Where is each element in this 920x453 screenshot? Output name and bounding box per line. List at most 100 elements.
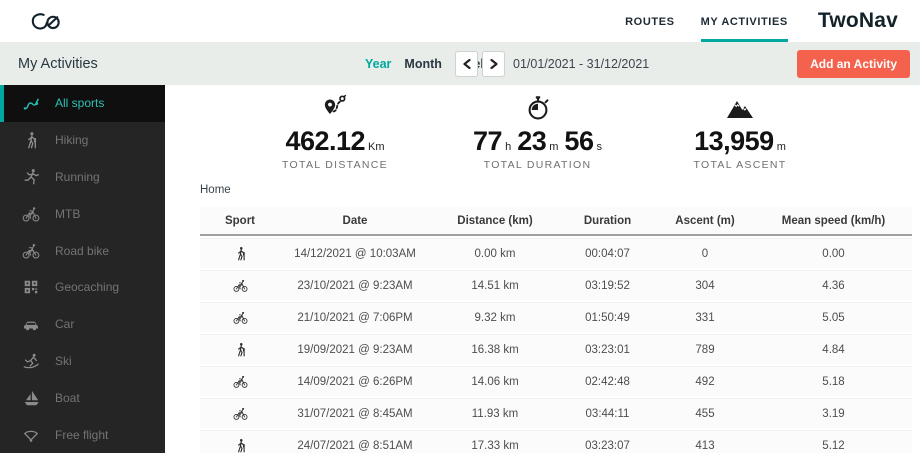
page-title: My Activities — [18, 56, 98, 72]
sidebar-item-label: Ski — [55, 354, 72, 368]
cell-speed: 5.12 — [755, 430, 912, 453]
sidebar-item-road-bike[interactable]: Road bike — [0, 232, 165, 269]
cell-speed: 3.19 — [755, 398, 912, 428]
hiker-icon — [200, 430, 280, 453]
sidebar-item-label: Free flight — [55, 428, 108, 442]
add-activity-button[interactable]: Add an Activity — [797, 50, 910, 78]
primary-nav: ROUTES MY ACTIVITIES — [625, 0, 788, 42]
column-header: Sport — [200, 207, 280, 236]
table-header-row: SportDateDistance (km)DurationAscent (m)… — [200, 207, 912, 236]
chevron-left-icon — [463, 59, 471, 69]
column-header: Duration — [560, 207, 655, 236]
cell-distance: 14.51 km — [430, 270, 560, 300]
cell-date: 14/12/2021 @ 10:03AM — [280, 238, 430, 268]
cell-ascent: 789 — [655, 334, 755, 364]
stopwatch-icon — [453, 93, 623, 125]
distance-pin-icon — [250, 93, 420, 125]
table-row[interactable]: 24/07/2021 @ 8:51AM17.33 km03:23:074135.… — [200, 430, 912, 453]
sidebar-item-label: Boat — [55, 391, 80, 405]
cell-speed: 5.18 — [755, 366, 912, 396]
breadcrumb[interactable]: Home — [200, 184, 920, 196]
sidebar: All sports Hiking RunningMTBRoad bike Geoca… — [0, 85, 165, 453]
sidebar-item-label: All sports — [55, 96, 104, 110]
column-header: Distance (km) — [430, 207, 560, 236]
cell-speed: 4.36 — [755, 270, 912, 300]
cell-speed: 0.00 — [755, 238, 912, 268]
cyclist-icon — [200, 366, 280, 396]
table-row[interactable]: 31/07/2021 @ 8:45AM11.93 km03:44:114553.… — [200, 398, 912, 428]
sidebar-item-free-flight[interactable]: Free flight — [0, 416, 165, 453]
cell-ascent: 455 — [655, 398, 755, 428]
chevron-right-icon — [490, 59, 498, 69]
table-row[interactable]: 14/12/2021 @ 10:03AM0.00 km00:04:0700.00 — [200, 238, 912, 268]
hiker-icon — [200, 238, 280, 268]
cell-ascent: 492 — [655, 366, 755, 396]
paraglider-icon — [21, 425, 40, 444]
cell-duration: 03:44:11 — [560, 398, 655, 428]
cell-ascent: 304 — [655, 270, 755, 300]
total-duration-value: 77h23m56s — [453, 126, 623, 157]
total-duration-label: TOTAL DURATION — [453, 159, 623, 171]
cyclist-icon — [200, 398, 280, 428]
cell-distance: 17.33 km — [430, 430, 560, 453]
stat-total-duration: 77h23m56s TOTAL DURATION — [453, 93, 623, 171]
period-year[interactable]: Year — [365, 57, 391, 71]
column-header: Ascent (m) — [655, 207, 755, 236]
total-distance-label: TOTAL DISTANCE — [250, 159, 420, 171]
prev-period-button[interactable] — [455, 51, 478, 77]
table-row[interactable]: 14/09/2021 @ 6:26PM14.06 km02:42:484925.… — [200, 366, 912, 396]
total-ascent-label: TOTAL ASCENT — [655, 159, 825, 171]
table-row[interactable]: 23/10/2021 @ 9:23AM14.51 km03:19:523044.… — [200, 270, 912, 300]
sidebar-item-boat[interactable]: Boat — [0, 379, 165, 416]
period-month[interactable]: Month — [404, 57, 441, 71]
cell-ascent: 413 — [655, 430, 755, 453]
sidebar-item-car[interactable]: Car — [0, 306, 165, 343]
total-distance-value: 462.12Km — [250, 126, 420, 157]
sidebar-item-running[interactable]: Running — [0, 159, 165, 196]
sidebar-item-hiking[interactable]: Hiking — [0, 122, 165, 159]
table-row[interactable]: 21/10/2021 @ 7:06PM9.32 km01:50:493315.0… — [200, 302, 912, 332]
skier-icon — [21, 351, 40, 370]
cell-date: 19/09/2021 @ 9:23AM — [280, 334, 430, 364]
cell-distance: 11.93 km — [430, 398, 560, 428]
sidebar-item-label: Hiking — [55, 133, 88, 147]
sidebar-item-all-sports[interactable]: All sports — [0, 85, 165, 122]
next-period-button[interactable] — [482, 51, 505, 77]
date-range-label: 01/01/2021 - 31/12/2021 — [513, 57, 649, 71]
cell-duration: 00:04:07 — [560, 238, 655, 268]
stat-total-ascent: 13,959m TOTAL ASCENT — [655, 93, 825, 171]
hiker-icon — [200, 334, 280, 364]
cell-duration: 02:42:48 — [560, 366, 655, 396]
activities-table: SportDateDistance (km)DurationAscent (m)… — [200, 205, 912, 453]
sidebar-item-geocaching[interactable]: Geocaching — [0, 269, 165, 306]
cell-distance: 14.06 km — [430, 366, 560, 396]
activities-table-wrap: SportDateDistance (km)DurationAscent (m)… — [200, 205, 920, 453]
route-icon — [21, 94, 40, 113]
date-pager — [455, 51, 505, 77]
mountain-icon — [655, 93, 825, 125]
cell-speed: 5.05 — [755, 302, 912, 332]
total-ascent-value: 13,959m — [655, 126, 825, 157]
sidebar-item-label: Geocaching — [55, 280, 119, 294]
cell-date: 31/07/2021 @ 8:45AM — [280, 398, 430, 428]
table-row[interactable]: 19/09/2021 @ 9:23AM16.38 km03:23:017894.… — [200, 334, 912, 364]
cell-ascent: 0 — [655, 238, 755, 268]
sidebar-item-mtb[interactable]: MTB — [0, 195, 165, 232]
road-bike-icon — [21, 241, 40, 260]
cell-date: 14/09/2021 @ 6:26PM — [280, 366, 430, 396]
cell-distance: 9.32 km — [430, 302, 560, 332]
nav-routes[interactable]: ROUTES — [625, 0, 674, 42]
subheader-bar: My Activities Year Month Week 01/01/2021… — [0, 42, 920, 85]
twonav-logo-icon[interactable] — [30, 10, 62, 32]
cell-distance: 16.38 km — [430, 334, 560, 364]
distance-unit: Km — [368, 141, 385, 153]
sidebar-item-ski[interactable]: Ski — [0, 343, 165, 380]
column-header: Mean speed (km/h) — [755, 207, 912, 236]
cell-date: 21/10/2021 @ 7:06PM — [280, 302, 430, 332]
cell-duration: 01:50:49 — [560, 302, 655, 332]
table-body: 14/12/2021 @ 10:03AM0.00 km00:04:0700.00… — [200, 238, 912, 453]
geocache-qr-icon — [21, 278, 40, 297]
hiker-icon — [21, 131, 40, 150]
cell-duration: 03:23:01 — [560, 334, 655, 364]
nav-my-activities[interactable]: MY ACTIVITIES — [701, 0, 788, 42]
